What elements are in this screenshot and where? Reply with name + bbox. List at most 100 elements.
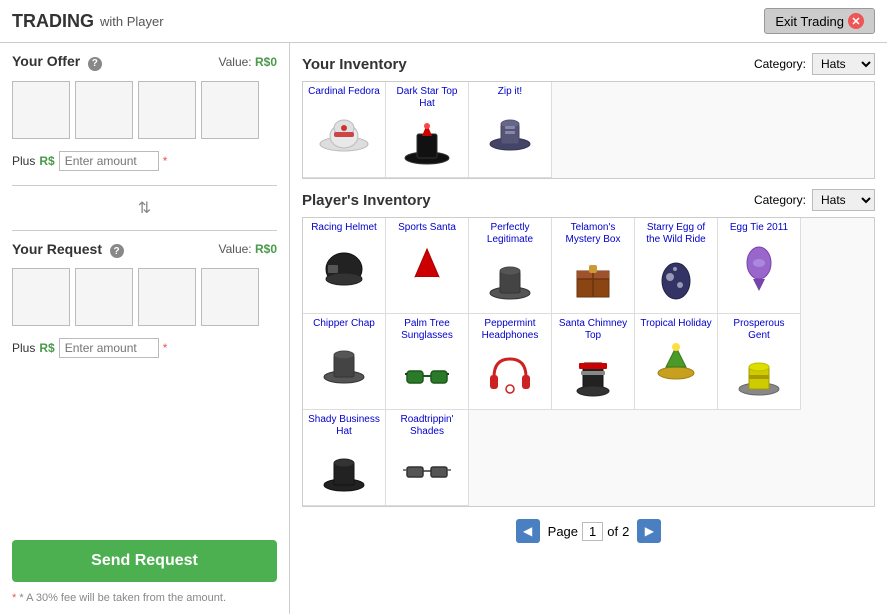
request-amount-input[interactable] <box>59 338 159 358</box>
item-image <box>397 345 457 405</box>
item-name: Racing Helmet <box>311 222 377 234</box>
your-offer-help-icon[interactable]: ? <box>88 57 102 71</box>
offer-amount-input[interactable] <box>59 151 159 171</box>
item-name: Tropical Holiday <box>640 318 711 330</box>
your-inventory-category-select[interactable]: Hats Faces Gear <box>812 53 875 75</box>
with-player-label: with Player <box>100 14 164 29</box>
list-item[interactable]: Prosperous Gent <box>718 314 801 410</box>
page-label: Page <box>548 524 578 539</box>
offer-slot-3[interactable] <box>138 81 196 139</box>
list-item[interactable]: Peppermint Headphones <box>469 314 552 410</box>
list-item[interactable]: Tropical Holiday <box>635 314 718 410</box>
request-asterisk: * <box>163 341 168 355</box>
right-panel: Your Inventory Category: Hats Faces Gear… <box>290 43 887 614</box>
your-inventory-title: Your Inventory <box>302 56 407 73</box>
offer-slot-1[interactable] <box>12 81 70 139</box>
your-inventory-section: Your Inventory Category: Hats Faces Gear… <box>302 53 875 179</box>
player-inventory-title: Player's Inventory <box>302 192 431 209</box>
your-inventory-header: Your Inventory Category: Hats Faces Gear <box>302 53 875 75</box>
offer-slot-4[interactable] <box>201 81 259 139</box>
player-inventory-category-label: Category: <box>754 193 806 207</box>
your-offer-header: Your Offer ? Value: R$0 <box>12 53 277 71</box>
list-item[interactable]: Dark Star Top Hat <box>386 82 469 178</box>
exit-trading-button[interactable]: Exit Trading ✕ <box>764 8 875 34</box>
next-page-button[interactable]: ▶ <box>637 519 661 543</box>
page-total: 2 <box>622 524 629 539</box>
list-item[interactable]: Santa Chimney Top <box>552 314 635 410</box>
list-item[interactable]: Sports Santa <box>386 218 469 314</box>
trading-title: TRADING <box>12 11 94 32</box>
request-plus-label: Plus <box>12 341 35 355</box>
item-name: Egg Tie 2011 <box>730 222 788 234</box>
send-request-button[interactable]: Send Request <box>12 540 277 582</box>
player-inventory-grid: Racing Helmet Sports Santa Perfectly Legit… <box>302 217 875 507</box>
list-item[interactable]: Roadtrippin' Shades <box>386 410 469 506</box>
list-item[interactable]: Palm Tree Sunglasses <box>386 314 469 410</box>
page-info: Page 1 of 2 <box>548 522 630 541</box>
prev-page-button[interactable]: ◀ <box>516 519 540 543</box>
header: TRADING with Player Exit Trading ✕ <box>0 0 887 43</box>
item-image <box>397 441 457 501</box>
your-request-value: R$0 <box>255 242 277 256</box>
request-slot-3[interactable] <box>138 268 196 326</box>
your-request-slots <box>12 268 277 326</box>
item-name: Prosperous Gent <box>722 318 796 342</box>
list-item[interactable]: Telamon's Mystery Box <box>552 218 635 314</box>
list-item[interactable]: Egg Tie 2011 <box>718 218 801 314</box>
header-left: TRADING with Player <box>12 11 164 32</box>
item-image <box>314 237 374 297</box>
your-request-header: Your Request ? Value: R$0 <box>12 241 277 259</box>
item-image <box>397 237 457 297</box>
list-item[interactable]: Shady Business Hat <box>303 410 386 506</box>
your-request-title: Your Request <box>12 241 102 257</box>
request-slot-4[interactable] <box>201 268 259 326</box>
item-name: Peppermint Headphones <box>473 318 547 342</box>
request-slot-1[interactable] <box>12 268 70 326</box>
divider-2 <box>12 230 277 231</box>
your-request-value-label: Value: R$0 <box>219 242 278 256</box>
player-inventory-category-row: Category: Hats Faces Gear <box>754 189 875 211</box>
item-image <box>729 237 789 297</box>
offer-slot-2[interactable] <box>75 81 133 139</box>
fee-note: * * A 30% fee will be taken from the amo… <box>12 592 277 604</box>
your-request-help-icon[interactable]: ? <box>110 244 124 258</box>
item-image <box>646 249 706 309</box>
item-name: Starry Egg of the Wild Ride <box>639 222 713 246</box>
divider-1 <box>12 185 277 186</box>
item-image <box>314 333 374 393</box>
list-item[interactable]: Starry Egg of the Wild Ride <box>635 218 718 314</box>
item-name: Palm Tree Sunglasses <box>390 318 464 342</box>
item-name: Dark Star Top Hat <box>390 86 464 110</box>
left-panel: Your Offer ? Value: R$0 Plus R$ * ⇅ <box>0 43 290 614</box>
list-item[interactable]: Perfectly Legitimate <box>469 218 552 314</box>
offer-rs-label: R$ <box>39 154 54 168</box>
list-item[interactable]: Chipper Chap <box>303 314 386 410</box>
list-item[interactable]: Cardinal Fedora <box>303 82 386 178</box>
of-label: of <box>607 524 618 539</box>
item-name: Chipper Chap <box>313 318 375 330</box>
list-item[interactable]: Zip it! <box>469 82 552 178</box>
your-offer-slots <box>12 81 277 139</box>
list-item[interactable]: Racing Helmet <box>303 218 386 314</box>
page-number: 1 <box>582 522 603 541</box>
your-offer-value-label: Value: R$0 <box>219 55 278 69</box>
your-inventory-category-row: Category: Hats Faces Gear <box>754 53 875 75</box>
request-plus-row: Plus R$ * <box>12 338 277 358</box>
close-icon: ✕ <box>848 13 864 29</box>
item-image <box>314 101 374 161</box>
item-image <box>480 101 540 161</box>
request-slot-2[interactable] <box>75 268 133 326</box>
item-name: Telamon's Mystery Box <box>556 222 630 246</box>
item-name: Shady Business Hat <box>307 414 381 438</box>
item-name: Perfectly Legitimate <box>473 222 547 246</box>
your-inventory-grid: Cardinal Fedora Dark Star Top Hat <box>302 81 875 179</box>
player-inventory-header: Player's Inventory Category: Hats Faces … <box>302 189 875 211</box>
item-name: Sports Santa <box>398 222 456 234</box>
player-inventory-category-select[interactable]: Hats Faces Gear <box>812 189 875 211</box>
item-image <box>563 345 623 405</box>
main-layout: Your Offer ? Value: R$0 Plus R$ * ⇅ <box>0 43 887 614</box>
offer-asterisk: * <box>163 154 168 168</box>
item-name: Cardinal Fedora <box>308 86 380 98</box>
request-rs-label: R$ <box>39 341 54 355</box>
item-image <box>729 345 789 405</box>
